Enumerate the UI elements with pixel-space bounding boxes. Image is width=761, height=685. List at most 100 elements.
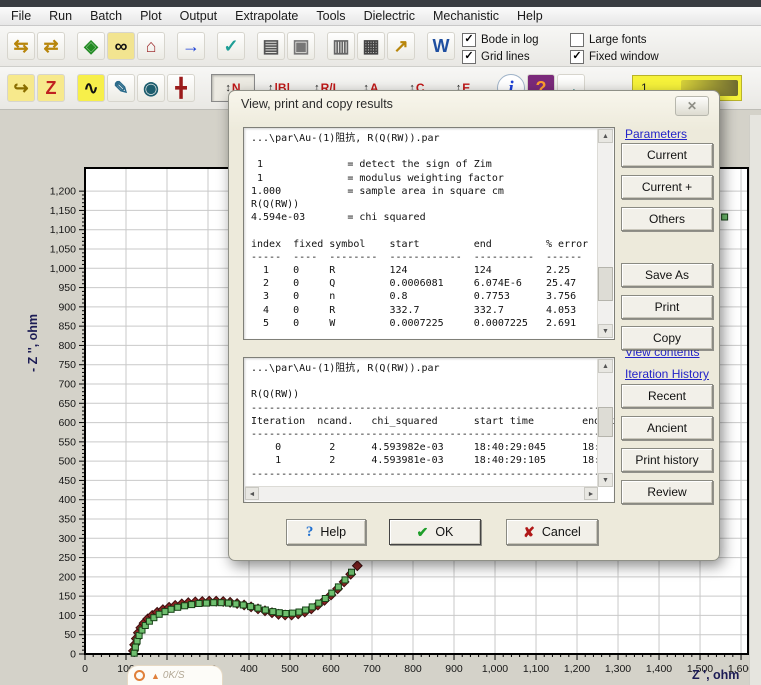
- scroll-down-icon[interactable]: ▼: [598, 473, 613, 487]
- import-window-icon[interactable]: ⇄: [37, 32, 65, 60]
- menu-mechanistic[interactable]: Mechanistic: [424, 8, 508, 24]
- svg-text:600: 600: [58, 417, 76, 429]
- dialog-title: View, print and copy results: [241, 97, 393, 111]
- checkbox-box[interactable]: ✓: [462, 49, 476, 64]
- menu-tools[interactable]: Tools: [307, 8, 354, 24]
- open-par-file-icon[interactable]: ↪: [7, 74, 35, 102]
- help-button[interactable]: ? Help: [286, 519, 366, 545]
- word-export-icon[interactable]: W: [427, 32, 455, 60]
- send-plot-icon[interactable]: ↗: [387, 32, 415, 60]
- svg-text:500: 500: [58, 456, 76, 468]
- validate-check-icon[interactable]: ✓: [217, 32, 245, 60]
- results-vertical-scrollbar[interactable]: ▲ ▼: [597, 129, 613, 338]
- home-icon: ⌂: [145, 36, 157, 56]
- network-speed-widget[interactable]: ▲ 0K/S: [127, 665, 223, 685]
- svg-text:1,050: 1,050: [50, 244, 76, 256]
- current-button[interactable]: Current +: [621, 175, 713, 199]
- waveform-icon[interactable]: ∿: [77, 74, 105, 102]
- svg-text:1,100: 1,100: [523, 663, 549, 675]
- scroll-thumb[interactable]: [598, 407, 613, 437]
- menu-output[interactable]: Output: [171, 8, 227, 24]
- parameters-link[interactable]: Parameters: [625, 127, 687, 141]
- checkbox-large-fonts[interactable]: Large fonts: [570, 31, 670, 48]
- menu-extrapolate[interactable]: Extrapolate: [226, 8, 307, 24]
- copy-button[interactable]: Copy: [621, 326, 713, 350]
- iteration-history-link[interactable]: Iteration History: [625, 367, 709, 381]
- run-arrow-icon: →: [182, 36, 200, 56]
- iteration-history-box[interactable]: ...\par\Au-(1)阻抗, R(Q(RW)).par R(Q(RW)) …: [243, 357, 615, 503]
- svg-text:1,000: 1,000: [50, 263, 76, 275]
- scroll-down-icon[interactable]: ▼: [598, 324, 613, 338]
- checkbox-label: Grid lines: [481, 50, 530, 63]
- export-window-icon: ⇆: [13, 36, 29, 56]
- close-icon[interactable]: ✕: [675, 96, 709, 116]
- svg-text:600: 600: [322, 663, 340, 675]
- menu-plot[interactable]: Plot: [131, 8, 171, 24]
- scroll-left-icon[interactable]: ◄: [245, 487, 259, 500]
- print-preview-icon: ▣: [292, 36, 310, 56]
- validate-check-icon: ✓: [223, 36, 239, 56]
- speed-text: 0K/S: [162, 670, 185, 681]
- copy-pages-icon[interactable]: ▥: [327, 32, 355, 60]
- current-button[interactable]: Current: [621, 143, 713, 167]
- x-axis-label: Z ', ohm: [692, 668, 740, 682]
- svg-text:100: 100: [58, 610, 76, 622]
- save-as-button[interactable]: Save As: [621, 263, 713, 287]
- svg-text:800: 800: [58, 340, 76, 352]
- find-data-icon[interactable]: ∞: [107, 32, 135, 60]
- chart-window-scroll-strip[interactable]: [749, 115, 761, 685]
- scroll-right-icon[interactable]: ►: [584, 487, 598, 500]
- scroll-thumb[interactable]: [598, 267, 613, 301]
- cancel-x-icon: ✘: [523, 523, 535, 540]
- menu-bar: File Run Batch Plot Output Extrapolate Tools Di…: [0, 7, 761, 26]
- menu-help[interactable]: Help: [508, 8, 552, 24]
- scroll-up-icon[interactable]: ▲: [598, 129, 613, 143]
- move-arrows-icon[interactable]: ╋: [167, 74, 195, 102]
- svg-text:1,100: 1,100: [50, 224, 76, 236]
- svg-text:250: 250: [58, 552, 76, 564]
- checkbox-box[interactable]: [570, 32, 584, 47]
- checkbox-grid-lines[interactable]: ✓ Grid lines: [462, 48, 570, 65]
- others-button[interactable]: Others: [621, 207, 713, 231]
- cancel-button[interactable]: ✘ Cancel: [506, 519, 598, 545]
- checkbox-fixed-window[interactable]: ✓ Fixed window: [570, 48, 670, 65]
- home-icon[interactable]: ⌂: [137, 32, 165, 60]
- menu-dielectric[interactable]: Dielectric: [355, 8, 424, 24]
- history-vertical-scrollbar[interactable]: ▲ ▼: [597, 359, 613, 487]
- menu-batch[interactable]: Batch: [81, 8, 131, 24]
- plot-option-checkboxes: ✓ Bode in log Large fonts ✓ Grid lines ✓ Fixed…: [462, 31, 670, 65]
- fit-results-box[interactable]: ...\par\Au-(1)阻抗, R(Q(RW)).par 1 = detec…: [243, 127, 615, 340]
- titlebar-sliver: [0, 0, 761, 7]
- fit-results-text: ...\par\Au-(1)阻抗, R(Q(RW)).par 1 = detec…: [251, 133, 589, 329]
- menu-run[interactable]: Run: [40, 8, 81, 24]
- print-preview-icon[interactable]: ▣: [287, 32, 315, 60]
- print-button[interactable]: Print: [621, 295, 713, 319]
- ancient-button[interactable]: Ancient: [621, 416, 713, 440]
- view-eye-icon[interactable]: ◉: [137, 74, 165, 102]
- run-arrow-icon[interactable]: →: [177, 32, 205, 60]
- checkbox-box[interactable]: ✓: [570, 49, 584, 64]
- svg-text:1,300: 1,300: [605, 663, 631, 675]
- edit-notes-icon[interactable]: ✎: [107, 74, 135, 102]
- model-icon[interactable]: ◈: [77, 32, 105, 60]
- print-icon[interactable]: ▤: [257, 32, 285, 60]
- menu-file[interactable]: File: [2, 8, 40, 24]
- ok-button[interactable]: ✔ OK: [389, 519, 481, 545]
- svg-text:700: 700: [58, 379, 76, 391]
- scroll-up-icon[interactable]: ▲: [598, 359, 613, 373]
- checkbox-label: Bode in log: [481, 33, 539, 46]
- checkbox-bode-in-log[interactable]: ✓ Bode in log: [462, 31, 570, 48]
- find-data-icon: ∞: [114, 36, 128, 56]
- plot-windows-icon[interactable]: ▦: [357, 32, 385, 60]
- history-horizontal-scrollbar[interactable]: ◄ ►: [245, 486, 598, 501]
- checkbox-box[interactable]: ✓: [462, 32, 476, 47]
- print-history-button[interactable]: Print history: [621, 448, 713, 472]
- svg-text:750: 750: [58, 359, 76, 371]
- speed-ring-icon: [134, 670, 145, 681]
- svg-text:550: 550: [58, 436, 76, 448]
- recent-button[interactable]: Recent: [621, 384, 713, 408]
- checkbox-label: Fixed window: [589, 50, 659, 63]
- review-button[interactable]: Review: [621, 480, 713, 504]
- export-window-icon[interactable]: ⇆: [7, 32, 35, 60]
- paste-impedance-icon[interactable]: Z: [37, 74, 65, 102]
